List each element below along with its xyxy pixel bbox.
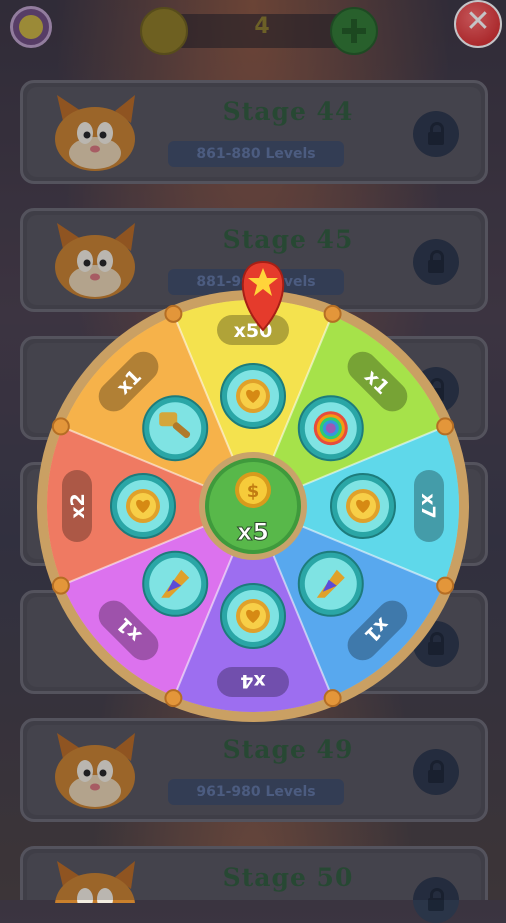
- spin-wheel[interactable]: x50x1x7x1x4x1x2x1 $ x5: [0, 0, 506, 900]
- center-multiplier: x5: [237, 518, 269, 546]
- rim-stud: [436, 417, 455, 436]
- segment-label-text: x2: [67, 493, 89, 518]
- segment-label-text: x4: [240, 670, 265, 692]
- rocket-booster-icon: [142, 550, 209, 617]
- hammer-icon: [142, 395, 209, 462]
- rainbow-bomb-icon: [297, 395, 364, 462]
- coin-heart-icon: [220, 583, 286, 649]
- rim-stud: [51, 417, 70, 436]
- rim-stud: [51, 576, 70, 595]
- coin-spade-icon: [220, 363, 286, 429]
- segment-label: x50: [217, 315, 289, 345]
- segment-label: x7: [414, 470, 444, 542]
- coin-icon: $: [235, 472, 271, 508]
- rim-stud: [323, 304, 342, 323]
- segment-label: x2: [62, 470, 92, 542]
- segment-label: x4: [217, 667, 289, 697]
- rocket-booster-icon: [297, 550, 364, 617]
- rim-stud: [164, 689, 183, 708]
- segment-label-text: x7: [417, 493, 439, 518]
- coin-heart-icon: [110, 473, 176, 539]
- rim-stud: [323, 689, 342, 708]
- rim-stud: [436, 576, 455, 595]
- svg-text:$: $: [247, 481, 260, 502]
- coin-heart-icon: [330, 473, 396, 539]
- center-hub[interactable]: $ x5: [199, 452, 307, 560]
- rim-stud: [164, 304, 183, 323]
